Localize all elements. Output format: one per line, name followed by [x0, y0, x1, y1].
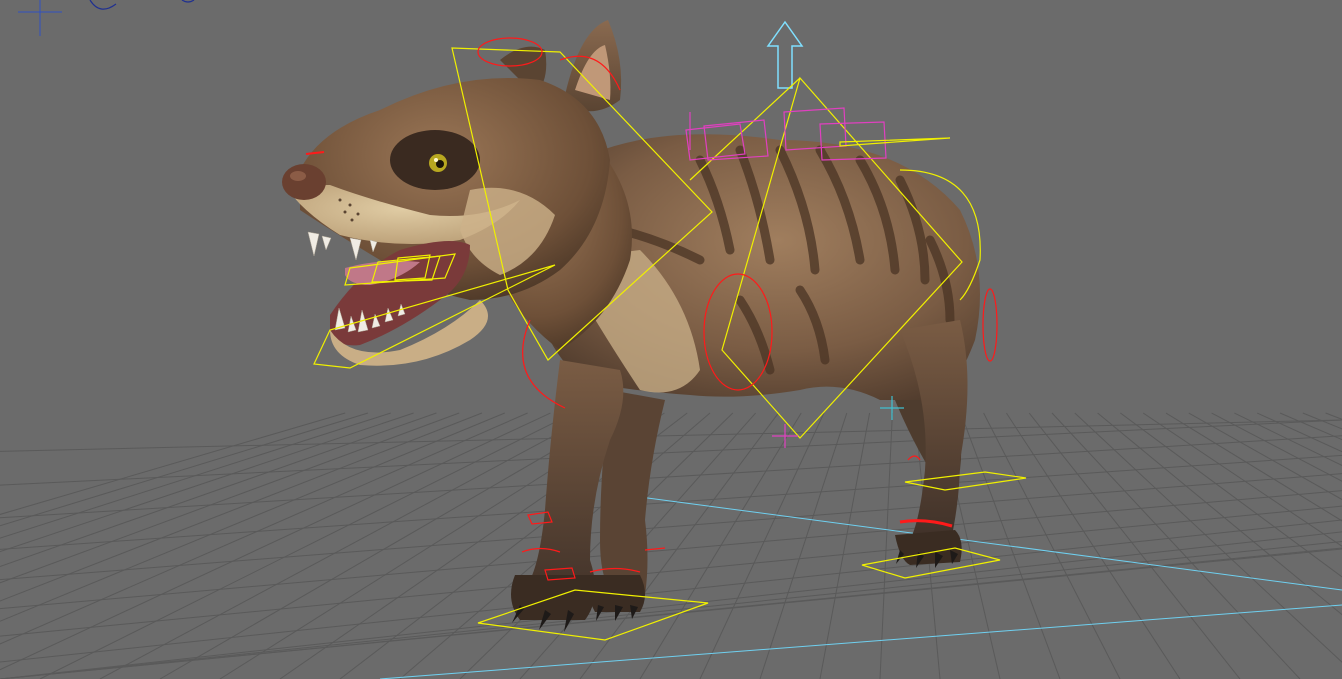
grid-line [1302, 412, 1342, 430]
grid-line [99, 412, 597, 679]
ground-grid [0, 412, 1342, 679]
grid-line [0, 419, 1342, 486]
grid-line [1142, 412, 1342, 547]
grid-line [699, 412, 825, 679]
grid-line [819, 412, 871, 679]
tail-base-control[interactable] [982, 288, 998, 362]
cog-magenta-cross[interactable] [772, 424, 798, 448]
hip-plate-control[interactable] [839, 137, 951, 147]
rear-knee-control[interactable] [907, 455, 921, 461]
ankle-far-control[interactable] [644, 547, 666, 551]
grid-line [0, 412, 528, 645]
3d-viewport[interactable] [0, 0, 1342, 679]
nose [282, 164, 326, 200]
nose-highlight [290, 171, 306, 181]
grid-line [0, 541, 1342, 679]
grid-line [0, 454, 1342, 550]
grid-line [0, 412, 369, 527]
grid-line [39, 412, 574, 679]
grid-line [759, 412, 848, 679]
viewport-canvas[interactable] [0, 0, 1342, 679]
creature-model[interactable] [282, 20, 980, 632]
grid-line [1051, 412, 1301, 679]
eye-highlight [434, 158, 438, 162]
view-axis-gizmo[interactable] [18, 0, 195, 36]
grid-line [1325, 412, 1342, 420]
grid-line [0, 435, 1342, 519]
grid-line [0, 412, 551, 671]
grid-line [1279, 412, 1342, 441]
grid-line [879, 412, 893, 679]
grid-line [0, 547, 1342, 679]
world-up-arrow-control[interactable] [766, 20, 804, 89]
